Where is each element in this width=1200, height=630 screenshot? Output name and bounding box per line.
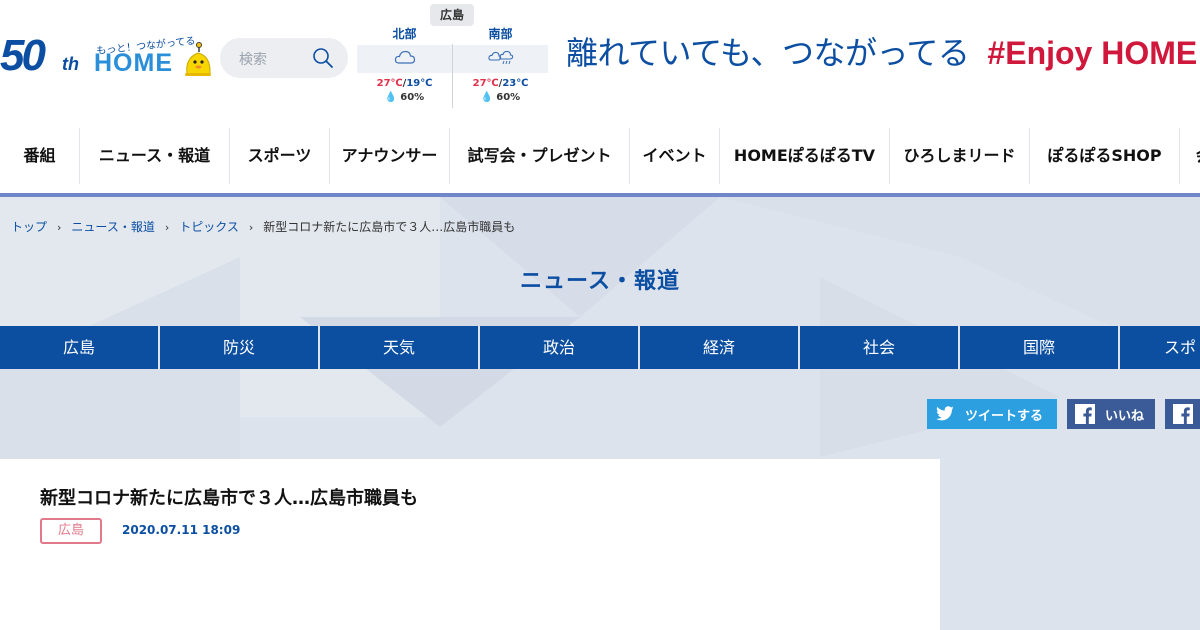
- category-tab-sports[interactable]: スポ: [1120, 326, 1200, 369]
- article-title: 新型コロナ新たに広島市で３人…広島市職員も: [40, 488, 418, 509]
- category-tab-disaster[interactable]: 防災: [160, 326, 320, 369]
- category-tab-weather[interactable]: 天気: [320, 326, 480, 369]
- site-logo[interactable]: 50 th もっと！つながってる HOME: [0, 30, 215, 86]
- article-card: 新型コロナ新たに広島市で３人…広島市職員も 広島 2020.07.11 18:0…: [0, 459, 940, 630]
- weather-low: 23℃: [502, 78, 529, 89]
- category-tab-hiroshima[interactable]: 広島: [0, 326, 160, 369]
- logo-anniversary: 50: [0, 31, 46, 80]
- like-label: いいね: [1105, 408, 1145, 424]
- weather-temps: 27℃/19℃: [376, 78, 433, 89]
- breadcrumb-home[interactable]: トップ: [11, 220, 47, 234]
- section-title: ニュース・報道: [520, 269, 680, 294]
- article-category-badge[interactable]: 広島: [40, 518, 102, 544]
- breadcrumb: トップ › ニュース・報道 › トピックス › 新型コロナ新たに広島市で３人…広島市職員も: [11, 218, 515, 235]
- banner-hashtag: #Enjoy HOME: [987, 35, 1198, 71]
- weather-area-name: 南部: [488, 27, 513, 41]
- nav-item-hiroshima-lead[interactable]: ひろしまリード: [890, 128, 1030, 184]
- weather-widget[interactable]: 広島 北部 27℃/19℃ 💧 60% 南部 27℃/23℃ 💧 60%: [357, 0, 548, 110]
- category-tab-international[interactable]: 国際: [960, 326, 1120, 369]
- weather-high: 27℃: [376, 78, 403, 89]
- nav-item-shop[interactable]: ぽるぽるSHOP: [1030, 128, 1180, 184]
- chevron-right-icon: ›: [164, 221, 170, 234]
- facebook-share-button[interactable]: [1165, 399, 1200, 429]
- weather-area-name: 北部: [392, 27, 417, 41]
- cloud-rain-icon: [487, 49, 514, 69]
- raindrop-icon: 💧: [480, 92, 494, 103]
- breadcrumb-news[interactable]: ニュース・報道: [71, 220, 154, 234]
- tweet-label: ツイートする: [965, 408, 1044, 424]
- weather-region-tab[interactable]: 広島: [430, 4, 474, 26]
- site-header: 50 th もっと！つながってる HOME 検索 広島 北部 27℃/19℃ 💧…: [0, 0, 1200, 128]
- nav-item-programs[interactable]: 番組: [0, 128, 80, 184]
- breadcrumb-topics[interactable]: トピックス: [179, 220, 239, 234]
- weather-rain: 💧 60%: [453, 92, 548, 103]
- search-box[interactable]: 検索: [220, 38, 348, 78]
- logo-brand: HOME: [94, 49, 173, 77]
- banner-slogan: 離れていても、つながってる: [566, 34, 970, 72]
- category-nav: 広島 防災 天気 政治 経済 社会 国際 スポ: [0, 326, 1200, 369]
- nav-item-porupuru-tv[interactable]: HOMEぽるぽるTV: [720, 128, 890, 184]
- main-content: トップ › ニュース・報道 › トピックス › 新型コロナ新たに広島市で３人…広島市職員も …: [0, 197, 1200, 630]
- nav-item-events[interactable]: イベント: [630, 128, 720, 184]
- weather-rain: 💧 60%: [357, 92, 452, 103]
- nav-item-company[interactable]: 会: [1180, 128, 1200, 184]
- nav-item-announcers[interactable]: アナウンサー: [330, 128, 450, 184]
- nav-item-news[interactable]: ニュース・報道: [80, 128, 230, 184]
- facebook-icon: [1075, 404, 1095, 424]
- weather-low: 19℃: [406, 78, 433, 89]
- weather-north[interactable]: 北部 27℃/19℃ 💧 60%: [357, 26, 452, 108]
- search-input[interactable]: 検索: [239, 49, 267, 69]
- weather-south[interactable]: 南部 27℃/23℃ 💧 60%: [453, 26, 548, 108]
- chevron-right-icon: ›: [248, 221, 254, 234]
- weather-icon-box: [453, 45, 548, 73]
- cloud-icon: [394, 49, 416, 69]
- facebook-icon: [1173, 404, 1193, 424]
- chevron-right-icon: ›: [57, 221, 62, 234]
- campaign-banner[interactable]: 離れていても、つながってる #Enjoy HOME: [566, 28, 1200, 74]
- search-icon[interactable]: [312, 47, 334, 73]
- tweet-button[interactable]: ツイートする: [927, 399, 1057, 429]
- breadcrumb-current: 新型コロナ新たに広島市で３人…広島市職員も: [263, 220, 516, 234]
- article-date: 2020.07.11 18:09: [122, 523, 241, 537]
- facebook-like-button[interactable]: いいね: [1067, 399, 1155, 429]
- weather-temps: 27℃/23℃: [472, 78, 529, 89]
- category-tab-politics[interactable]: 政治: [480, 326, 640, 369]
- weather-rain-value: 60%: [400, 92, 425, 103]
- global-nav: 番組 ニュース・報道 スポーツ アナウンサー 試写会・プレゼント イベント HO…: [0, 128, 1200, 184]
- weather-rain-value: 60%: [496, 92, 521, 103]
- category-tab-society[interactable]: 社会: [800, 326, 960, 369]
- logo-anniversary-suffix: th: [62, 54, 79, 74]
- nav-item-sports[interactable]: スポーツ: [230, 128, 330, 184]
- twitter-icon: [935, 406, 955, 422]
- category-tab-economy[interactable]: 経済: [640, 326, 800, 369]
- mascot-icon: [183, 42, 213, 82]
- weather-high: 27℃: [472, 78, 499, 89]
- raindrop-icon: 💧: [384, 92, 398, 103]
- nav-item-presents[interactable]: 試写会・プレゼント: [450, 128, 630, 184]
- weather-icon-box: [357, 45, 452, 73]
